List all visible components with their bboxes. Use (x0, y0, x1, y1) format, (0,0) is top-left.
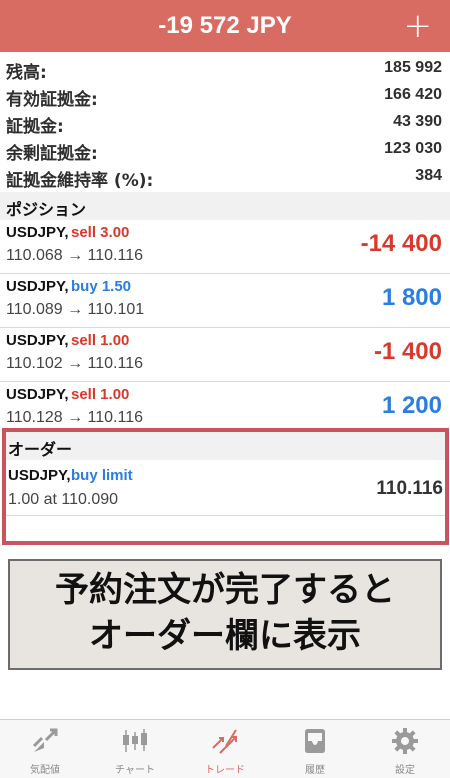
position-profit: 1 800 (381, 284, 442, 311)
tab-label: チャート (115, 765, 155, 776)
caption-line-2: オーダー欄に表示 (89, 616, 361, 656)
summary-label: 証拠金: (6, 117, 64, 137)
summary-value: 384 (415, 167, 442, 184)
position-row[interactable]: USDJPY, buy 1.50 110.089 → 110.101 1 800 (0, 274, 450, 328)
position-symbol: USDJPY, (6, 386, 69, 403)
floating-profit-title: -19 572 JPY (158, 12, 292, 39)
summary-row-free-margin: 余剰証拠金: 123 030 (0, 137, 450, 164)
history-icon (305, 729, 325, 753)
bottom-tab-bar: 気配値 チャート トレード 履歴 設定 (0, 719, 450, 778)
caption-line-1: 予約注文が完了すると (55, 570, 395, 610)
summary-value: 185 992 (384, 59, 442, 76)
order-row[interactable]: USDJPY, buy limit 1.00 at 110.090 110.11… (6, 460, 445, 516)
orders-heading: オーダー (8, 440, 73, 459)
header-bar: -19 572 JPY + (0, 0, 450, 52)
order-type: buy limit (71, 467, 133, 484)
position-prices: 110.128 → 110.116 (6, 409, 143, 426)
order-detail: 1.00 at 110.090 (8, 491, 119, 508)
summary-value: 43 390 (393, 113, 442, 130)
positions-section-header: ポジション (0, 192, 450, 220)
tab-chart[interactable]: チャート (90, 726, 180, 776)
quotes-icon (32, 728, 58, 752)
trade-icon (212, 729, 237, 754)
tab-label: 設定 (395, 765, 415, 776)
settings-icon (392, 728, 418, 754)
position-symbol: USDJPY, (6, 278, 69, 295)
position-prices: 110.089 → 110.101 (6, 301, 145, 318)
position-profit: -14 400 (360, 230, 442, 257)
summary-row-margin: 証拠金: 43 390 (0, 110, 450, 137)
position-row[interactable]: USDJPY, sell 1.00 110.102 → 110.116 -1 4… (0, 328, 450, 382)
position-symbol: USDJPY, (6, 224, 69, 241)
tab-settings[interactable]: 設定 (360, 726, 450, 776)
summary-label: 残高: (6, 63, 47, 83)
tab-label: トレード (205, 765, 245, 776)
summary-value: 123 030 (384, 140, 442, 157)
order-current-price: 110.116 (376, 478, 443, 499)
tab-label: 履歴 (305, 765, 325, 776)
position-prices: 110.068 → 110.116 (6, 247, 143, 264)
tab-history[interactable]: 履歴 (270, 726, 360, 776)
orders-section-header: オーダー (6, 432, 445, 460)
position-prices: 110.102 → 110.116 (6, 355, 143, 372)
position-profit: -1 400 (373, 338, 442, 365)
position-side: buy 1.50 (71, 278, 132, 295)
annotation-caption: 予約注文が完了すると オーダー欄に表示 (8, 559, 442, 670)
summary-label: 証拠金維持率 (%): (6, 171, 154, 191)
orders-highlight-box: オーダー USDJPY, buy limit 1.00 at 110.090 1… (2, 428, 449, 545)
summary-label: 余剰証拠金: (6, 144, 98, 164)
chart-icon (123, 729, 147, 752)
summary-row-balance: 残高: 185 992 (0, 56, 450, 83)
position-side: sell 3.00 (71, 224, 130, 241)
position-side: sell 1.00 (71, 332, 130, 349)
account-summary: 残高: 185 992 有効証拠金: 166 420 証拠金: 43 390 余… (0, 56, 450, 191)
position-row[interactable]: USDJPY, sell 3.00 110.068 → 110.116 -14 … (0, 220, 450, 274)
position-side: sell 1.00 (71, 386, 130, 403)
order-symbol: USDJPY, (8, 467, 71, 484)
tab-quotes[interactable]: 気配値 (0, 726, 90, 776)
summary-value: 166 420 (384, 86, 442, 103)
position-profit: 1 200 (381, 392, 442, 419)
summary-label: 有効証拠金: (6, 90, 98, 110)
summary-row-margin-level: 証拠金維持率 (%): 384 (0, 164, 450, 191)
tab-trade[interactable]: トレード (180, 726, 270, 776)
position-row[interactable]: USDJPY, sell 1.00 110.128 → 110.116 1 20… (0, 382, 450, 428)
tab-label: 気配値 (30, 765, 60, 776)
new-order-button[interactable]: + (404, 6, 433, 46)
position-symbol: USDJPY, (6, 332, 69, 349)
positions-heading: ポジション (6, 200, 87, 219)
summary-row-equity: 有効証拠金: 166 420 (0, 83, 450, 110)
